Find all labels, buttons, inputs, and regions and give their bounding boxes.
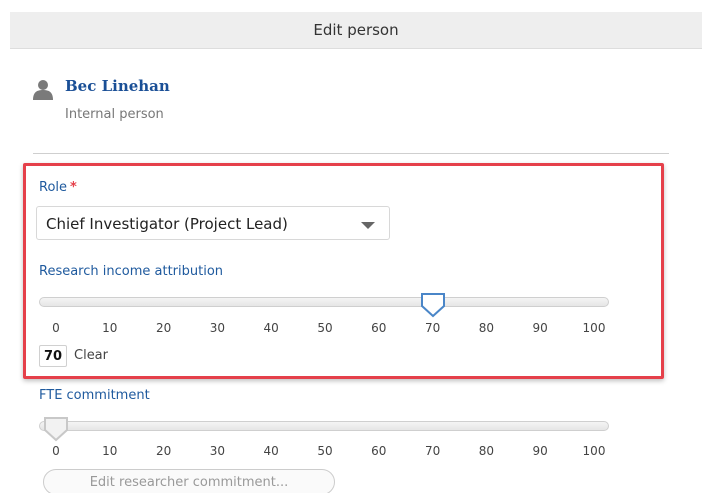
research-income-tick: 70 [424,321,441,335]
research-income-tick: 30 [209,321,226,335]
research-income-tick: 20 [155,321,172,335]
research-income-tick: 100 [582,321,606,335]
role-select[interactable]: Chief Investigator (Project Lead) [36,206,390,240]
fte-label: FTE commitment [39,388,150,403]
fte-tick: 100 [582,444,606,458]
fte-tick: 60 [371,444,387,458]
research-income-label: Research income attribution [39,264,224,279]
research-income-tick: 40 [263,321,279,335]
research-income-tick: 10 [102,321,118,335]
fte-tick: 50 [317,444,333,458]
role-label: Role * [39,180,77,195]
required-marker: * [70,180,77,195]
research-income-tick: 0 [52,321,60,335]
section-divider [33,153,669,154]
fte-tick: 90 [532,444,548,458]
fte-tick: 30 [209,444,226,458]
research-income-tick: 50 [317,321,333,335]
research-income-tick: 90 [532,321,548,335]
fte-slider-track[interactable] [39,421,609,431]
research-income-ticks: 0 10 20 30 40 50 60 70 80 90 100 [52,321,616,337]
fte-tick: 20 [155,444,172,458]
fte-tick: 0 [52,444,60,458]
person-type: Internal person [65,107,164,122]
dialog-title: Edit person [313,21,399,39]
fte-ticks: 0 10 20 30 40 50 60 70 80 90 100 [52,444,616,460]
research-income-slider-handle[interactable] [420,292,446,318]
fte-tick: 40 [263,444,279,458]
role-label-text: Role [39,180,68,195]
research-income-slider-track[interactable] [39,297,609,307]
fte-tick: 80 [478,444,495,458]
role-select-value: Chief Investigator (Project Lead) [46,215,288,233]
fte-slider-handle[interactable] [43,416,69,442]
fte-tick: 70 [424,444,441,458]
person-icon [33,79,59,101]
research-income-tick: 80 [478,321,495,335]
person-name[interactable]: Bec Linehan [65,77,170,95]
fte-tick: 10 [102,444,118,458]
dialog-header: Edit person [10,12,702,49]
research-income-tick: 60 [371,321,387,335]
research-income-value: 70 [39,345,67,367]
edit-researcher-commitment-button[interactable]: Edit researcher commitment... [43,469,335,493]
chevron-down-icon [361,222,375,229]
clear-button[interactable]: Clear [74,348,108,363]
